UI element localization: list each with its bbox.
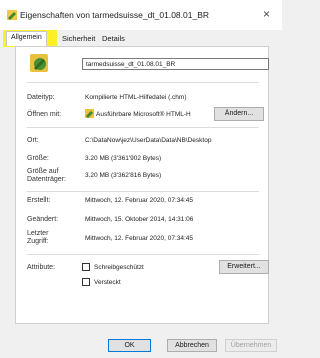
- location-value: C:\DataNow\jez\UserData\Data\NB\Desktop: [85, 137, 212, 144]
- properties-panel: [15, 46, 269, 324]
- created-value: Mittwoch, 12. Februar 2020, 07:34:45: [85, 197, 194, 204]
- open-with-value: Ausführbare Microsoft® HTML-H: [96, 111, 191, 118]
- open-with-label: Öffnen mit:: [27, 111, 62, 118]
- window-title: Eigenschaften von tarmedsuisse_dt_01.08.…: [20, 10, 210, 20]
- disk-size-value: 3.20 MB (3'362'816 Bytes): [85, 172, 162, 179]
- size-value: 3.20 MB (3'361'902 Bytes): [85, 155, 162, 162]
- type-value: Kompilierte HTML-Hilfedatei (.chm): [85, 94, 187, 101]
- advanced-button[interactable]: Erweitert...: [219, 260, 269, 274]
- apply-button[interactable]: Übernehmen: [225, 339, 277, 352]
- type-label: Dateityp:: [27, 94, 55, 101]
- divider: [27, 127, 259, 128]
- divider: [27, 254, 259, 255]
- readonly-checkbox[interactable]: [82, 263, 90, 271]
- tab-sicherheit[interactable]: Sicherheit: [62, 34, 95, 43]
- file-type-icon: [30, 54, 48, 72]
- hidden-label: Versteckt: [94, 279, 121, 286]
- accessed-value: Mittwoch, 12. Februar 2020, 07:34:45: [85, 235, 194, 242]
- modified-value: Mittwoch, 15. Oktober 2014, 14:31:06: [85, 216, 194, 223]
- disk-size-label: Größe auf Datenträger:: [27, 168, 66, 183]
- tab-details[interactable]: Details: [102, 34, 125, 43]
- accessed-label: Letzter Zugriff:: [27, 230, 49, 245]
- modified-label: Geändert:: [27, 216, 59, 223]
- created-label: Erstellt:: [27, 197, 51, 204]
- tab-allgemein[interactable]: Allgemein: [6, 31, 47, 46]
- divider: [27, 191, 259, 192]
- cancel-button[interactable]: Abbrechen: [167, 339, 217, 352]
- size-label: Größe:: [27, 155, 49, 162]
- help-file-icon: [7, 10, 17, 20]
- readonly-label: Schreibgeschützt: [94, 264, 144, 271]
- file-name-field[interactable]: tarmedsuisse_dt_01.08.01_BR: [82, 58, 269, 70]
- app-icon: [85, 109, 94, 118]
- close-icon[interactable]: ×: [263, 7, 270, 21]
- ok-button[interactable]: OK: [108, 339, 151, 352]
- attributes-label: Attribute:: [27, 264, 56, 271]
- hidden-checkbox[interactable]: [82, 278, 90, 286]
- divider: [27, 82, 259, 83]
- tab-label: Allgemein: [11, 34, 42, 41]
- change-button[interactable]: Ändern...: [214, 107, 264, 121]
- title-bar: Eigenschaften von tarmedsuisse_dt_01.08.…: [0, 0, 282, 30]
- location-label: Ort:: [27, 137, 39, 144]
